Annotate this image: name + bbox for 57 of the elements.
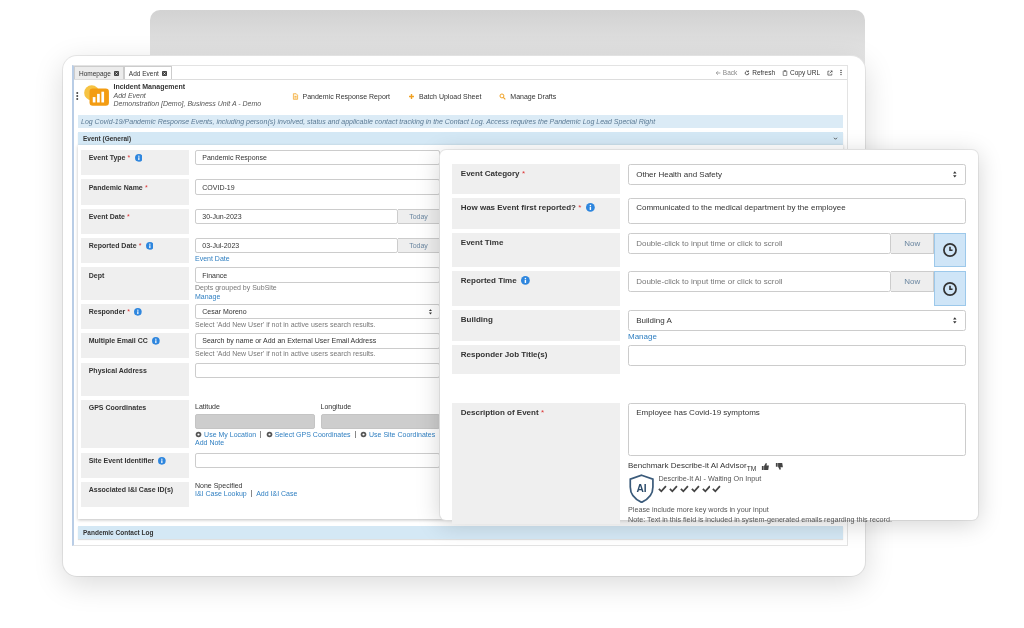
target-icon [359,430,367,438]
arrow-left-icon [714,69,721,76]
caret-icon [952,170,958,179]
info-icon[interactable] [134,308,142,316]
target-icon [265,430,273,438]
field-label: Event Time [460,237,504,247]
caret-icon [952,316,958,325]
input-field[interactable]: Double-click to input time or click to scroll [628,271,892,293]
field-label: Responder Job Title(s) [460,350,548,360]
link[interactable]: Manage [628,332,657,342]
clock-icon [942,242,958,259]
target-icon [195,430,202,438]
search-icon [499,92,507,100]
input-field[interactable] [195,362,440,378]
thumbs-down-icon[interactable] [774,461,784,471]
ai-badge: AI [628,473,656,504]
input-field[interactable] [195,452,440,469]
info-icon[interactable] [134,154,143,162]
field-label: Reported Time [460,276,517,286]
input-field[interactable] [628,345,966,367]
advisor-title: Benchmark Describe-it AI Advisor$_{TM}$ [628,460,757,472]
plus-icon [408,92,416,100]
refresh-icon [744,69,751,76]
required-mark: * [541,407,545,417]
field-label: Description of Event [460,407,539,417]
text-area[interactable]: Communicated to the medical department by the employee [628,198,966,224]
thumbs-up-icon[interactable] [761,461,770,471]
input-field[interactable] [195,414,315,430]
caret-icon [427,307,433,316]
close-icon[interactable] [113,70,119,76]
info-icon[interactable] [145,242,154,250]
clock-icon [942,280,958,297]
field-label: Event Category [460,168,520,178]
bar-chart-logo-icon [81,84,110,108]
clipboard-icon [782,69,788,76]
chevron-icon[interactable] [833,136,838,141]
input-field[interactable] [320,414,440,430]
now-button[interactable]: Now [891,271,934,293]
info-icon[interactable] [152,337,160,346]
select-field[interactable]: Other Health and Safety [628,164,966,185]
field-label: Building [460,314,493,324]
now-button[interactable]: Now [891,232,934,254]
document-icon [291,92,299,100]
clock-button[interactable] [934,271,966,307]
kebab-icon[interactable] [76,91,79,101]
info-icon[interactable] [586,203,596,212]
text-area[interactable]: Employee has Covid-19 symptoms [628,403,966,456]
info-icon[interactable] [521,276,531,286]
external-link-icon[interactable] [827,69,833,76]
required-mark: * [521,168,525,178]
close-icon[interactable] [161,70,167,76]
clock-button[interactable] [934,232,966,268]
required-mark: * [578,203,582,213]
field-label: How was Event first reported? [460,203,576,213]
select-field[interactable]: Building A [628,310,966,331]
input-field[interactable]: Double-click to input time or click to scroll [628,232,892,254]
info-icon[interactable] [158,456,166,465]
